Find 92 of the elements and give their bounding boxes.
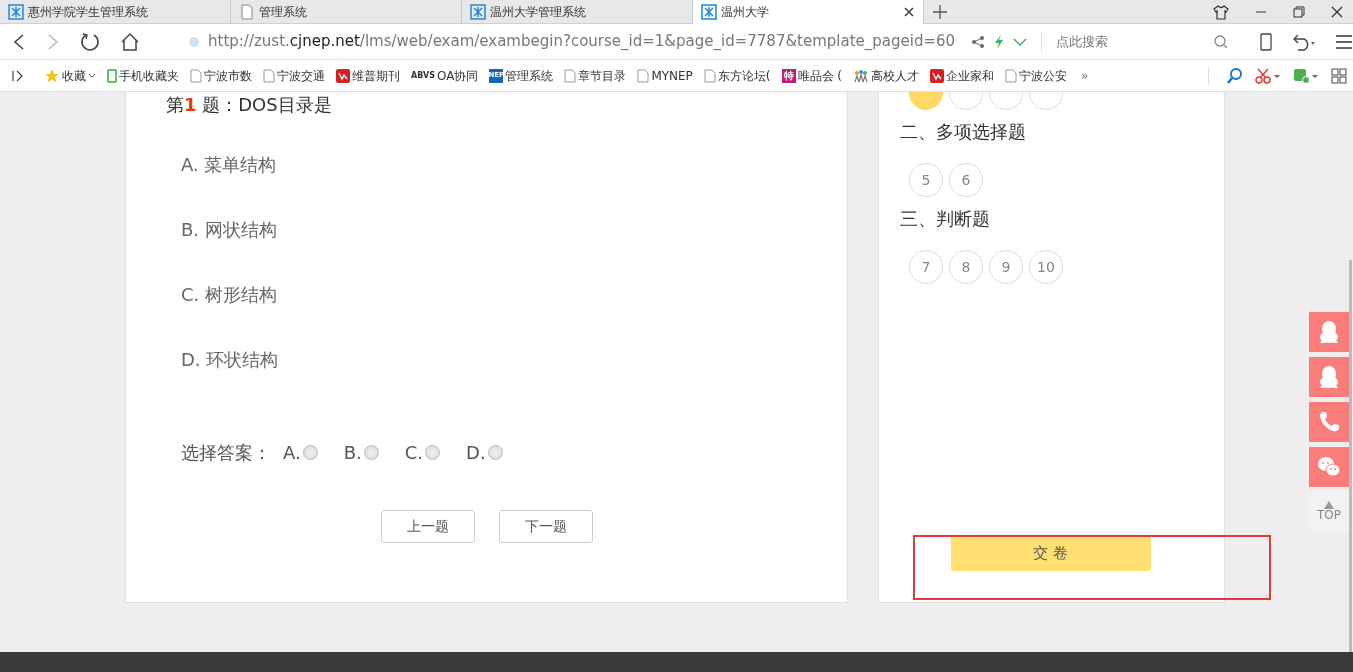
star-icon xyxy=(44,67,60,84)
mobile-icon[interactable] xyxy=(1260,32,1273,51)
share-icon[interactable] xyxy=(971,34,986,49)
section-heading: 二、多项选择题 xyxy=(899,120,1027,144)
option-text: A. 菜单结构 xyxy=(180,153,278,177)
submit-button[interactable]: 交 卷 xyxy=(950,536,1151,571)
more-bookmarks-button[interactable]: » xyxy=(1081,66,1089,85)
bookmark-link[interactable]: 章节目录 xyxy=(564,66,627,85)
triangle-icon xyxy=(1324,501,1334,510)
search-icon[interactable] xyxy=(1214,34,1229,49)
page-icon xyxy=(239,3,255,20)
bookmark-link[interactable]: 高校人才 xyxy=(853,66,920,85)
answer-choice[interactable]: D. xyxy=(466,439,503,466)
browser-tab[interactable]: 温州大学 xyxy=(693,0,924,24)
home-icon[interactable] xyxy=(120,31,140,52)
search-icon[interactable] xyxy=(1227,67,1243,84)
chat-bubbles-icon xyxy=(1317,455,1341,479)
question-number-button[interactable]: 5 xyxy=(909,163,943,197)
answer-choice[interactable]: A. xyxy=(283,439,318,466)
side-tool-button[interactable] xyxy=(1309,357,1349,397)
address-field[interactable]: http://zust.cjnep.net/lms/web/exam/exambegin?course_id=1&page_id=7787&template_pageid=60 xyxy=(188,30,1028,53)
people-icon xyxy=(853,68,870,83)
sidebar-toggle-icon[interactable] xyxy=(12,69,24,82)
side-tool-button[interactable] xyxy=(1309,402,1349,442)
shirt-icon[interactable] xyxy=(1213,3,1229,20)
question-number-button[interactable]: 7 xyxy=(909,250,943,284)
bookmark-link[interactable]: 宁波交通 xyxy=(263,66,325,85)
new-tab-icon[interactable] xyxy=(932,3,948,20)
radio-button[interactable] xyxy=(425,445,441,460)
radio-button[interactable] xyxy=(302,445,318,460)
previous-button[interactable]: 上一题 xyxy=(380,510,475,543)
option-text: C. 树形结构 xyxy=(180,283,278,307)
bookmark-link[interactable]: 企业家和 xyxy=(930,66,995,85)
answer-choice[interactable]: C. xyxy=(404,439,441,466)
question-number-button[interactable]: 8 xyxy=(949,250,983,284)
bookmark-link[interactable]: 特 唯品会 ( xyxy=(781,66,843,85)
bookmark-link[interactable]: 维普期刊 xyxy=(336,66,400,85)
chevron-icon[interactable] xyxy=(1013,36,1028,47)
option-text: B. 网状结构 xyxy=(180,218,278,242)
close-icon[interactable] xyxy=(1331,5,1343,18)
bookmark-link[interactable]: 手机收藏夹 xyxy=(107,66,179,85)
logo-icon xyxy=(470,3,486,20)
phone-icon xyxy=(107,68,117,83)
page-icon xyxy=(190,68,202,83)
answer-choice[interactable]: B. xyxy=(343,439,379,466)
bookmark-link[interactable]: 宁波市数 xyxy=(190,66,252,85)
bookmark-link[interactable]: 收藏 xyxy=(44,66,96,85)
globe-icon xyxy=(188,35,200,48)
radio-button[interactable] xyxy=(487,445,503,460)
side-tool-button[interactable] xyxy=(1309,447,1349,487)
phone-icon xyxy=(1317,410,1341,434)
back-icon[interactable] xyxy=(12,32,26,51)
logo-icon xyxy=(701,3,717,20)
browser-tab[interactable]: 惠州学院学生管理系统 xyxy=(0,0,231,24)
logo-icon xyxy=(8,3,24,20)
side-tool-button[interactable] xyxy=(1309,312,1349,352)
brand-logo-icon xyxy=(336,68,350,83)
question-number-button[interactable]: 10 xyxy=(1029,250,1063,284)
radio-button[interactable] xyxy=(363,445,379,460)
search-field[interactable]: 点此搜索 xyxy=(1054,30,1215,53)
question-title: 第1 题：DOS目录是 xyxy=(165,93,333,117)
caret-icon xyxy=(88,72,96,79)
question-number-button[interactable]: 6 xyxy=(949,163,983,197)
bookmark-link[interactable]: 宁波公安 xyxy=(1005,66,1068,85)
forward-icon[interactable] xyxy=(46,32,60,51)
grid-icon[interactable] xyxy=(1331,67,1347,84)
close-icon[interactable] xyxy=(903,5,915,18)
page-icon xyxy=(703,68,716,83)
page-icon xyxy=(564,68,577,83)
browser-tab[interactable]: 管理系统 xyxy=(231,0,462,24)
restore-icon[interactable] xyxy=(1293,5,1305,18)
answer-label: 选择答案： xyxy=(181,441,271,465)
menu-icon[interactable] xyxy=(1336,34,1353,49)
section-heading: 三、判断题 xyxy=(899,207,991,231)
question-number-button[interactable]: 9 xyxy=(989,250,1023,284)
page-icon xyxy=(1005,68,1018,83)
bookmark-link[interactable]: 东方论坛( xyxy=(703,66,771,85)
site-icon: ABVS xyxy=(411,68,435,83)
scissors-icon[interactable] xyxy=(1255,67,1281,84)
next-button[interactable]: 下一题 xyxy=(498,510,593,543)
brand-logo-icon xyxy=(930,68,945,83)
penguin-icon xyxy=(1317,320,1341,344)
refresh-icon[interactable] xyxy=(80,31,100,52)
page-icon xyxy=(637,68,650,83)
site-icon: 特 xyxy=(781,68,796,83)
bookmark-link[interactable]: MYNEP xyxy=(637,66,693,85)
undo-icon[interactable] xyxy=(1292,32,1317,51)
scrollbar-thumb[interactable] xyxy=(1349,260,1352,652)
plus-badge-icon[interactable] xyxy=(1293,67,1319,84)
penguin-icon xyxy=(1317,365,1341,389)
page-icon xyxy=(263,68,275,83)
option-text: D. 环状结构 xyxy=(180,348,280,372)
